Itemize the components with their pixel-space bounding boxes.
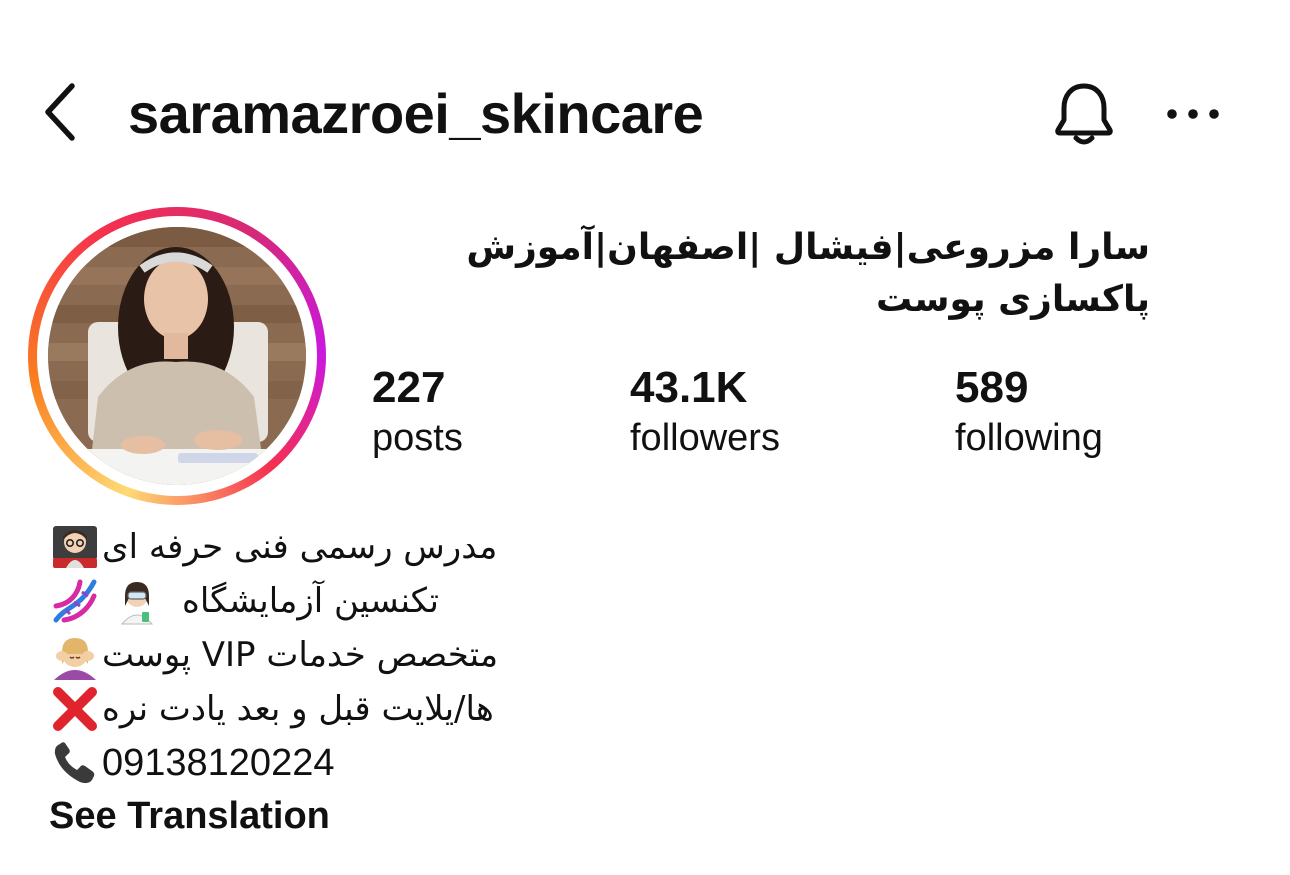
profile-bio: مدرس رسمی فنی حرفه ای تکنسین آزمایشگاه م… (48, 520, 748, 790)
teacher-emoji-icon (48, 520, 102, 574)
stat-followers[interactable]: 43.1K followers (630, 362, 780, 462)
cross-mark-emoji-icon (48, 682, 102, 736)
bio-line: مدرس رسمی فنی حرفه ای (48, 520, 748, 574)
stat-following[interactable]: 589 following (955, 362, 1103, 462)
posts-label: posts (372, 417, 463, 459)
avatar-photo (48, 227, 306, 485)
avatar-border (37, 216, 317, 496)
bell-icon (1055, 83, 1113, 145)
followers-label: followers (630, 417, 780, 459)
bio-line: تکنسین آزمایشگاه (48, 574, 748, 628)
more-options-button[interactable] (1160, 86, 1226, 142)
following-label: following (955, 417, 1103, 459)
telephone-emoji-icon (48, 736, 102, 790)
bio-line: متخصص خدمات VIP پوست (48, 628, 748, 682)
bio-text: تکنسین آزمایشگاه (182, 581, 439, 621)
following-count: 589 (955, 363, 1029, 412)
dna-emoji-icon (48, 574, 102, 628)
scientist-emoji-icon (110, 574, 164, 628)
see-translation-link[interactable]: See Translation (49, 792, 330, 840)
profile-avatar[interactable] (28, 207, 326, 505)
phone-number[interactable]: 09138120224 (102, 742, 334, 785)
bio-text: مدرس رسمی فنی حرفه ای (102, 527, 498, 567)
profile-display-name: سارا مزروعی|فیشال |اصفهان|آموزش پاکسازی … (466, 227, 1150, 320)
followers-count: 43.1K (630, 363, 748, 412)
back-button[interactable] (30, 78, 90, 146)
chevron-left-icon (45, 83, 75, 141)
more-horizontal-icon (1167, 109, 1219, 119)
posts-count: 227 (372, 363, 446, 412)
stat-posts[interactable]: 227 posts (372, 362, 463, 462)
bio-text: متخصص خدمات VIP پوست (102, 635, 499, 675)
bio-line: ها/یلایت قبل و بعد یادت نره (48, 682, 748, 736)
profile-username: saramazroei_skincare (128, 82, 704, 145)
bio-line: 09138120224 (48, 736, 748, 790)
notifications-button[interactable] (1046, 76, 1122, 152)
face-massage-emoji-icon (48, 628, 102, 682)
bio-text: ها/یلایت قبل و بعد یادت نره (102, 689, 494, 729)
